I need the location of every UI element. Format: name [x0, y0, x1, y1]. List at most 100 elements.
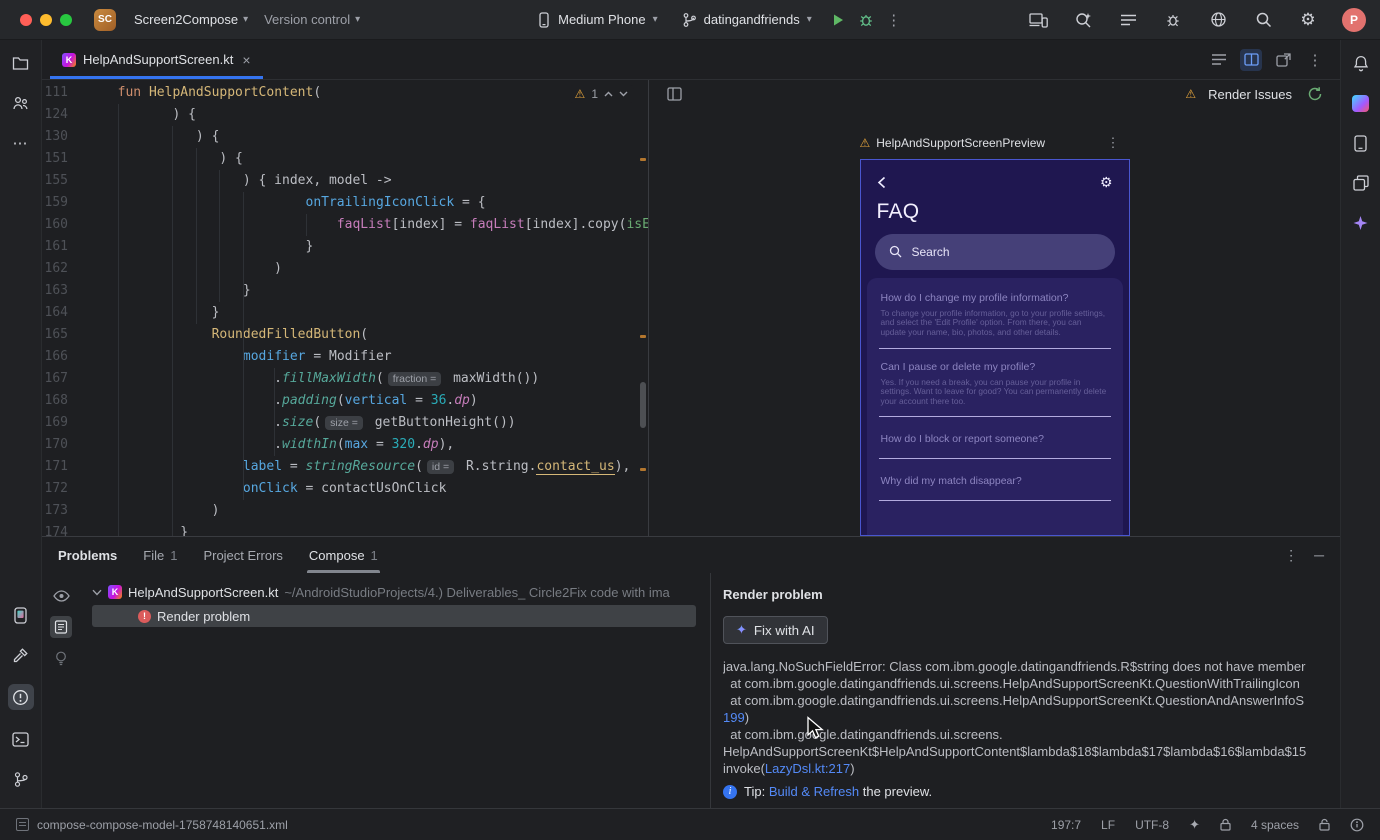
- settings-gear-icon[interactable]: ⚙: [1100, 174, 1113, 191]
- terminal-tool-icon[interactable]: [10, 728, 32, 750]
- ai-search-icon[interactable]: [1072, 9, 1094, 31]
- code-line[interactable]: 167 .fillMaxWidth(fraction = maxWidth()): [42, 368, 648, 390]
- code-line[interactable]: 174 }: [42, 522, 648, 536]
- code-line[interactable]: 130 ) {: [42, 126, 648, 148]
- back-icon[interactable]: [877, 176, 886, 189]
- prev-problem-icon[interactable]: [604, 91, 613, 97]
- code-editor-pane[interactable]: 111 fun HelpAndSupportContent(124 ) {130…: [42, 80, 648, 536]
- faq-item[interactable]: How do I change my profile information? T…: [878, 280, 1111, 349]
- fix-with-ai-button[interactable]: ✦ Fix with AI: [723, 616, 828, 644]
- panel-tab-file[interactable]: File 1: [143, 537, 177, 573]
- run-button[interactable]: [827, 9, 849, 31]
- status-file-name[interactable]: compose-compose-model-1758748140651.xml: [37, 818, 288, 832]
- ai-assistant-sparkle-icon[interactable]: [1350, 212, 1372, 234]
- faq-item[interactable]: Why did my match disappear?: [878, 459, 1111, 502]
- stack-trace-link[interactable]: LazyDsl.kt:217: [765, 761, 850, 776]
- build-refresh-icon[interactable]: [1304, 83, 1326, 105]
- next-problem-icon[interactable]: [619, 91, 628, 97]
- inspection-widget[interactable]: ⚠ 1: [568, 85, 634, 103]
- detach-editor-icon[interactable]: [1272, 49, 1294, 71]
- git-tool-icon[interactable]: [10, 768, 32, 790]
- code-line[interactable]: 160 faqList[index] = faqList[index].copy…: [42, 214, 648, 236]
- preview-eye-icon[interactable]: [50, 585, 72, 607]
- code-line[interactable]: 164 }: [42, 302, 648, 324]
- code-line[interactable]: 165 RoundedFilledButton(: [42, 324, 648, 346]
- user-avatar[interactable]: P: [1342, 7, 1366, 32]
- hide-panel-icon[interactable]: ─: [1314, 547, 1324, 563]
- chevron-down-icon[interactable]: [92, 589, 102, 596]
- device-selector[interactable]: Medium Phone ▾: [528, 7, 666, 33]
- error-stripe[interactable]: [638, 80, 648, 536]
- build-refresh-link[interactable]: Build & Refresh: [769, 784, 859, 799]
- network-icon[interactable]: [1207, 9, 1229, 31]
- layout-inspector-icon[interactable]: [1350, 172, 1372, 194]
- code-line[interactable]: 166 modifier = Modifier: [42, 346, 648, 368]
- project-menu[interactable]: Screen2Compose ▾: [126, 8, 256, 31]
- details-view-icon[interactable]: [50, 616, 72, 638]
- code-line[interactable]: 173 ): [42, 500, 648, 522]
- code-line[interactable]: 168 .padding(vertical = 36.dp): [42, 390, 648, 412]
- lock-icon[interactable]: [1220, 818, 1231, 831]
- task-list-icon[interactable]: [1117, 9, 1139, 31]
- tree-problem-row[interactable]: ! Render problem: [92, 605, 696, 627]
- code-line[interactable]: 159 onTrailingIconClick = {: [42, 192, 648, 214]
- preview-options-icon[interactable]: ⋮: [1107, 135, 1120, 151]
- code-view-icon[interactable]: [1208, 49, 1230, 71]
- preview-layout-icon[interactable]: [663, 83, 685, 105]
- close-window-button[interactable]: [20, 13, 32, 26]
- code-line[interactable]: 155 ) { index, model ->: [42, 170, 648, 192]
- editor-options-icon[interactable]: ⋮: [1304, 49, 1326, 71]
- code-line[interactable]: 151 ) {: [42, 148, 648, 170]
- structure-tool-icon[interactable]: [10, 92, 32, 114]
- stack-trace-link[interactable]: 199: [723, 710, 745, 725]
- device-manager-icon[interactable]: [1350, 132, 1372, 154]
- file-encoding[interactable]: UTF-8: [1135, 818, 1169, 832]
- panel-options-icon[interactable]: ⋮: [1284, 547, 1298, 564]
- faq-item[interactable]: Can I pause or delete my profile? Yes. If…: [878, 349, 1111, 418]
- search-bar[interactable]: Search: [874, 233, 1115, 270]
- app-inspection-icon[interactable]: [1162, 9, 1184, 31]
- close-tab-icon[interactable]: ×: [242, 52, 250, 68]
- editor-scrollbar[interactable]: [640, 382, 646, 428]
- tree-file-row[interactable]: K HelpAndSupportScreen.kt ~/AndroidStudi…: [80, 581, 710, 603]
- code-line[interactable]: 171 label = stringResource(id = R.string…: [42, 456, 648, 478]
- notifications-bell-icon[interactable]: [1350, 52, 1372, 74]
- minimize-window-button[interactable]: [40, 13, 52, 26]
- project-tool-icon[interactable]: [10, 52, 32, 74]
- preview-name[interactable]: HelpAndSupportScreenPreview: [876, 136, 1045, 150]
- panel-tab-compose[interactable]: Compose 1: [306, 537, 380, 573]
- render-issues-label[interactable]: Render Issues: [1208, 87, 1292, 102]
- status-info-icon[interactable]: [1350, 818, 1364, 832]
- code-line[interactable]: 124 ) {: [42, 104, 648, 126]
- problems-tool-icon[interactable]: [7, 684, 34, 710]
- branch-selector[interactable]: datingandfriends ▾: [673, 7, 821, 33]
- editor-tab[interactable]: K HelpAndSupportScreen.kt ×: [50, 40, 263, 79]
- code-line[interactable]: 170 .widthIn(max = 320.dp),: [42, 434, 648, 456]
- code-line[interactable]: 161 }: [42, 236, 648, 258]
- running-devices-icon[interactable]: [10, 604, 32, 626]
- readonly-lock-icon[interactable]: [1319, 818, 1330, 831]
- line-separator[interactable]: LF: [1101, 818, 1115, 832]
- code-line[interactable]: 111 fun HelpAndSupportContent(: [42, 82, 648, 104]
- settings-gear-icon[interactable]: ⚙: [1297, 9, 1319, 31]
- phone-preview[interactable]: ⚙ FAQ Search How do I change my profile …: [859, 158, 1130, 536]
- search-icon[interactable]: [1252, 9, 1274, 31]
- inspection-bulb-icon[interactable]: [50, 647, 72, 669]
- caret-position[interactable]: 197:7: [1051, 818, 1081, 832]
- split-view-icon[interactable]: [1240, 48, 1262, 71]
- more-actions-icon[interactable]: ⋮: [883, 9, 905, 31]
- debug-button[interactable]: [855, 9, 877, 31]
- panel-tab-project-errors[interactable]: Project Errors: [203, 537, 282, 573]
- device-mirroring-icon[interactable]: [1027, 9, 1049, 31]
- more-tools-icon[interactable]: ⋯: [10, 132, 32, 154]
- zoom-window-button[interactable]: [60, 13, 72, 26]
- gemini-gradient-icon[interactable]: [1350, 92, 1372, 114]
- code-line[interactable]: 172 onClick = contactUsOnClick: [42, 478, 648, 500]
- build-tool-icon[interactable]: [10, 644, 32, 666]
- version-control-menu[interactable]: Version control ▾: [256, 8, 368, 31]
- code-line[interactable]: 162 ): [42, 258, 648, 280]
- ai-status-icon[interactable]: ✦: [1189, 817, 1200, 833]
- indent-setting[interactable]: 4 spaces: [1251, 818, 1299, 832]
- code-line[interactable]: 163 }: [42, 280, 648, 302]
- faq-item[interactable]: How do I block or report someone?: [878, 417, 1111, 460]
